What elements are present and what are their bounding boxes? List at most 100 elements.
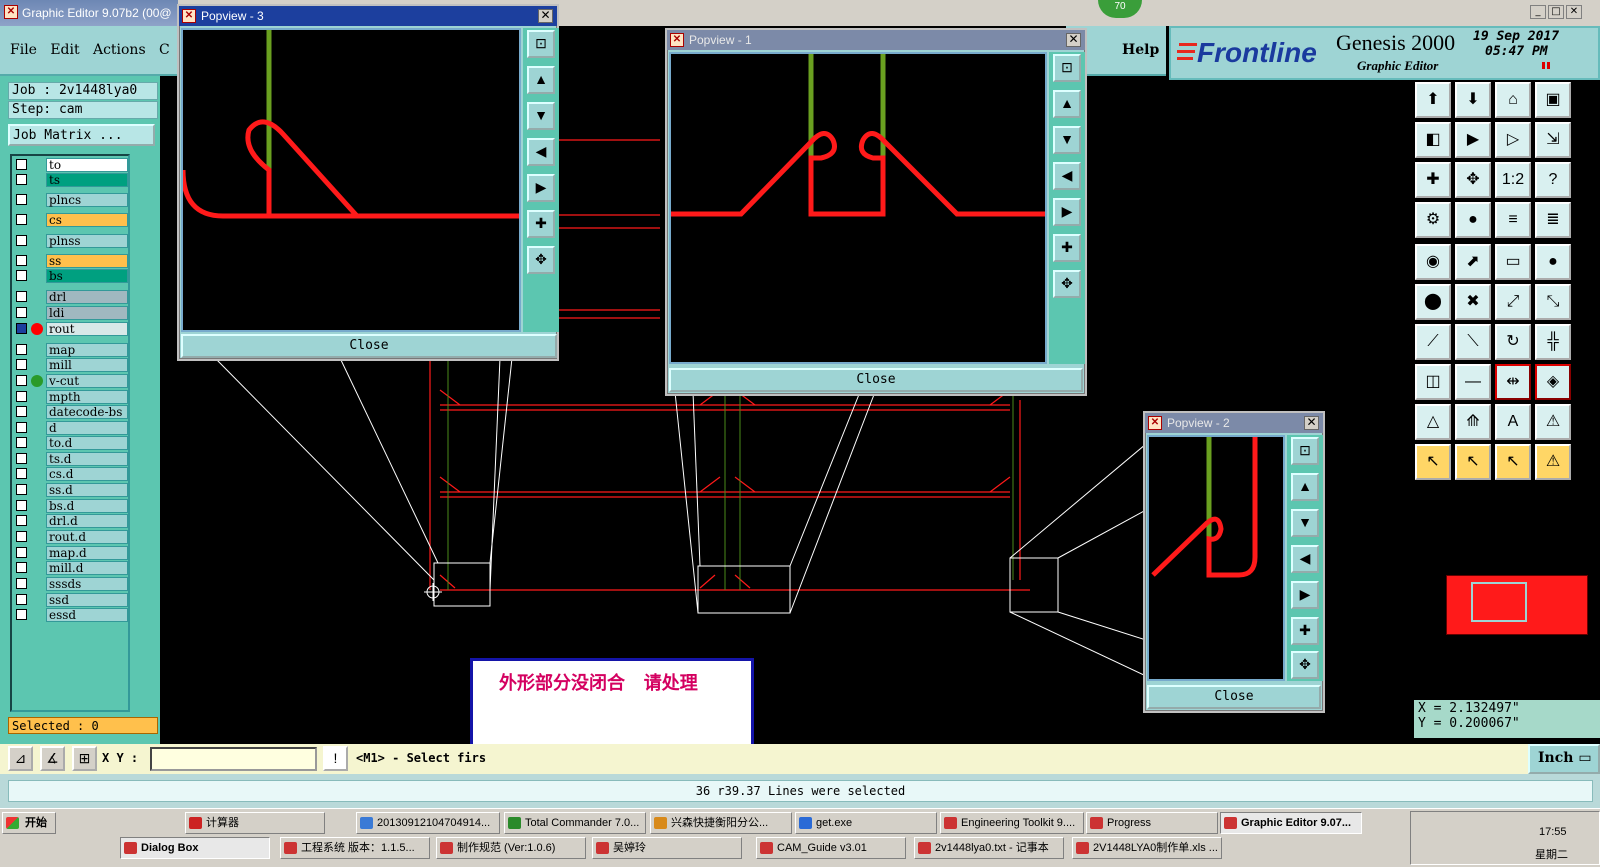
view-home-icon[interactable]: ⬆ (1415, 82, 1451, 118)
pan-left-icon[interactable]: ◀ (527, 138, 555, 166)
arrow-icon[interactable]: ⬈ (1455, 244, 1491, 280)
resize-icon[interactable]: ⇲ (1535, 122, 1571, 158)
fill-icon[interactable]: ● (1535, 244, 1571, 280)
frame-icon[interactable]: ▣ (1535, 82, 1571, 118)
minus-icon[interactable]: — (1455, 364, 1491, 400)
alert-icon[interactable]: ! (323, 746, 348, 771)
popview-2-close-icon[interactable]: ✕ (1304, 416, 1319, 430)
stretch-icon[interactable]: ⤢ (1495, 284, 1531, 320)
copy-icon[interactable]: ◫ (1415, 364, 1451, 400)
triangle-icon[interactable]: △ (1415, 404, 1451, 440)
popview-1-window[interactable]: ✕ Popview - 1 ✕ ⊡ ▲ ▼ ◀ ▶ ✚ ✥ Close (665, 28, 1087, 396)
taskbar-item[interactable]: Total Commander 7.0... (504, 812, 646, 834)
zoom-out-icon[interactable]: ✥ (1291, 651, 1319, 679)
popview-1-close-button[interactable]: Close (669, 368, 1083, 392)
zoom-in-icon[interactable]: ✚ (1291, 617, 1319, 645)
zoom-in-icon[interactable]: ✚ (1053, 234, 1081, 262)
grid-tool-icon[interactable]: ⊞ (72, 746, 97, 771)
zoom-in-icon[interactable]: ✚ (527, 210, 555, 238)
select-2-icon[interactable]: ↖ (1455, 444, 1491, 480)
pan-down-icon[interactable]: ▼ (527, 102, 555, 130)
popview-3-close-button[interactable]: Close (181, 334, 557, 358)
popview-2-title[interactable]: ✕ Popview - 2 ✕ (1145, 413, 1323, 433)
popview-1-title[interactable]: ✕ Popview - 1 ✕ (667, 30, 1085, 50)
pan-up-icon[interactable]: ▲ (1291, 473, 1319, 501)
shrink-icon[interactable]: ⤡ (1535, 284, 1571, 320)
taskbar-item[interactable]: 2V1448LYA0制作单.xls ... (1072, 837, 1222, 859)
overview-map[interactable] (1446, 575, 1588, 635)
popview-3-close-icon[interactable]: ✕ (538, 9, 553, 23)
zoom-out-icon[interactable]: ✥ (527, 246, 555, 274)
box-icon[interactable]: ▭ (1495, 244, 1531, 280)
pan-left-icon[interactable]: ◀ (1291, 545, 1319, 573)
taskbar-item[interactable]: 制作规范 (Ver:1.0.6) (436, 837, 586, 859)
taskbar-item[interactable]: 计算器 (185, 812, 325, 834)
pan-right-icon[interactable]: ▶ (1053, 198, 1081, 226)
scale-icon[interactable]: 1:2 (1495, 162, 1531, 198)
overview-viewport[interactable] (1471, 582, 1527, 622)
taskbar-item[interactable]: 吴婷玲 (592, 837, 742, 859)
popview-2-canvas[interactable] (1147, 435, 1285, 681)
grid-icon[interactable]: ╬ (1535, 324, 1571, 360)
warning-2-icon[interactable]: ⚠ (1535, 444, 1571, 480)
zoom-home-icon[interactable]: ⊡ (1291, 437, 1319, 465)
pan-right-icon[interactable]: ▶ (1291, 581, 1319, 609)
taskbar-item[interactable]: Graphic Editor 9.07... (1220, 812, 1362, 834)
cross-icon[interactable]: ✖ (1455, 284, 1491, 320)
house-icon[interactable]: ⌂ (1495, 82, 1531, 118)
taskbar-item[interactable]: Progress (1086, 812, 1218, 834)
taskbar-item[interactable]: 工程系统 版本：1.1.5... (280, 837, 430, 859)
line-icon[interactable]: ⟋ (1415, 324, 1451, 360)
measure-icon[interactable]: ≡ (1495, 202, 1531, 238)
pan-right-icon[interactable]: ▶ (527, 174, 555, 202)
pan-down-icon[interactable]: ▼ (1291, 509, 1319, 537)
popview-2-window[interactable]: ✕ Popview - 2 ✕ ⊡ ▲ ▼ ◀ ▶ ✚ ✥ Close (1143, 411, 1325, 713)
taskbar-item[interactable]: Dialog Box (120, 837, 270, 859)
taskbar-item[interactable]: Engineering Toolkit 9.... (940, 812, 1084, 834)
layer-left-icon[interactable]: ◧ (1415, 122, 1451, 158)
taskbar-item[interactable]: 20130912104704914... (356, 812, 500, 834)
node-icon[interactable]: ⬤ (1415, 284, 1451, 320)
pan-up-icon[interactable]: ▲ (527, 66, 555, 94)
layer-right-icon[interactable]: ▶ (1455, 122, 1491, 158)
popview-3-canvas[interactable] (180, 28, 521, 332)
text-icon[interactable]: A (1495, 404, 1531, 440)
target-icon[interactable]: ◉ (1415, 244, 1451, 280)
measure-tool-icon[interactable]: ∡ (40, 746, 65, 771)
snap-tool-icon[interactable]: ⊿ (8, 746, 33, 771)
point-icon[interactable]: ● (1455, 202, 1491, 238)
expand-icon[interactable]: ⇹ (1495, 364, 1531, 400)
step-icon[interactable]: ▷ (1495, 122, 1531, 158)
select-icon[interactable]: ↖ (1415, 444, 1451, 480)
zoom-home-icon[interactable]: ⊡ (1053, 54, 1081, 82)
taskbar-item[interactable]: 兴森快捷衡阳分公... (650, 812, 792, 834)
popview-3-window[interactable]: ✕ Popview - 3 ✕ ⊡ ▲ ▼ ◀ ▶ ✚ ✥ Close (177, 4, 559, 361)
warning-icon[interactable]: ⚠ (1535, 404, 1571, 440)
pan-left-icon[interactable]: ◀ (1053, 162, 1081, 190)
taskbar-item[interactable]: 2v1448lya0.txt - 记事本 (914, 837, 1064, 859)
pan-down-icon[interactable]: ▼ (1053, 126, 1081, 154)
taskbar-item[interactable]: CAM_Guide v3.01 (756, 837, 906, 859)
zoom-out-icon[interactable]: ✥ (1053, 270, 1081, 298)
units-selector[interactable]: Inch ▭ (1528, 744, 1600, 774)
select-3-icon[interactable]: ↖ (1495, 444, 1531, 480)
diamond-icon[interactable]: ◈ (1535, 364, 1571, 400)
xy-input[interactable] (150, 747, 317, 771)
popview-1-close-icon[interactable]: ✕ (1066, 33, 1081, 47)
popview-2-close-button[interactable]: Close (1147, 685, 1321, 709)
slash-icon[interactable]: ⟍ (1455, 324, 1491, 360)
zoom-home-icon[interactable]: ⊡ (527, 30, 555, 58)
popview-1-canvas[interactable] (669, 52, 1047, 364)
popview-3-title[interactable]: ✕ Popview - 3 ✕ (179, 6, 557, 26)
arrow-up-icon[interactable]: ⟰ (1455, 404, 1491, 440)
ruler-icon[interactable]: ≣ (1535, 202, 1571, 238)
view-down-icon[interactable]: ⬇ (1455, 82, 1491, 118)
start-button[interactable]: 开始 (2, 812, 56, 834)
zoom-out-icon[interactable]: ✥ (1455, 162, 1491, 198)
pan-up-icon[interactable]: ▲ (1053, 90, 1081, 118)
settings-icon[interactable]: ⚙ (1415, 202, 1451, 238)
help-icon[interactable]: ? (1535, 162, 1571, 198)
rotate-icon[interactable]: ↻ (1495, 324, 1531, 360)
taskbar-item[interactable]: get.exe (795, 812, 937, 834)
zoom-in-icon[interactable]: ✚ (1415, 162, 1451, 198)
